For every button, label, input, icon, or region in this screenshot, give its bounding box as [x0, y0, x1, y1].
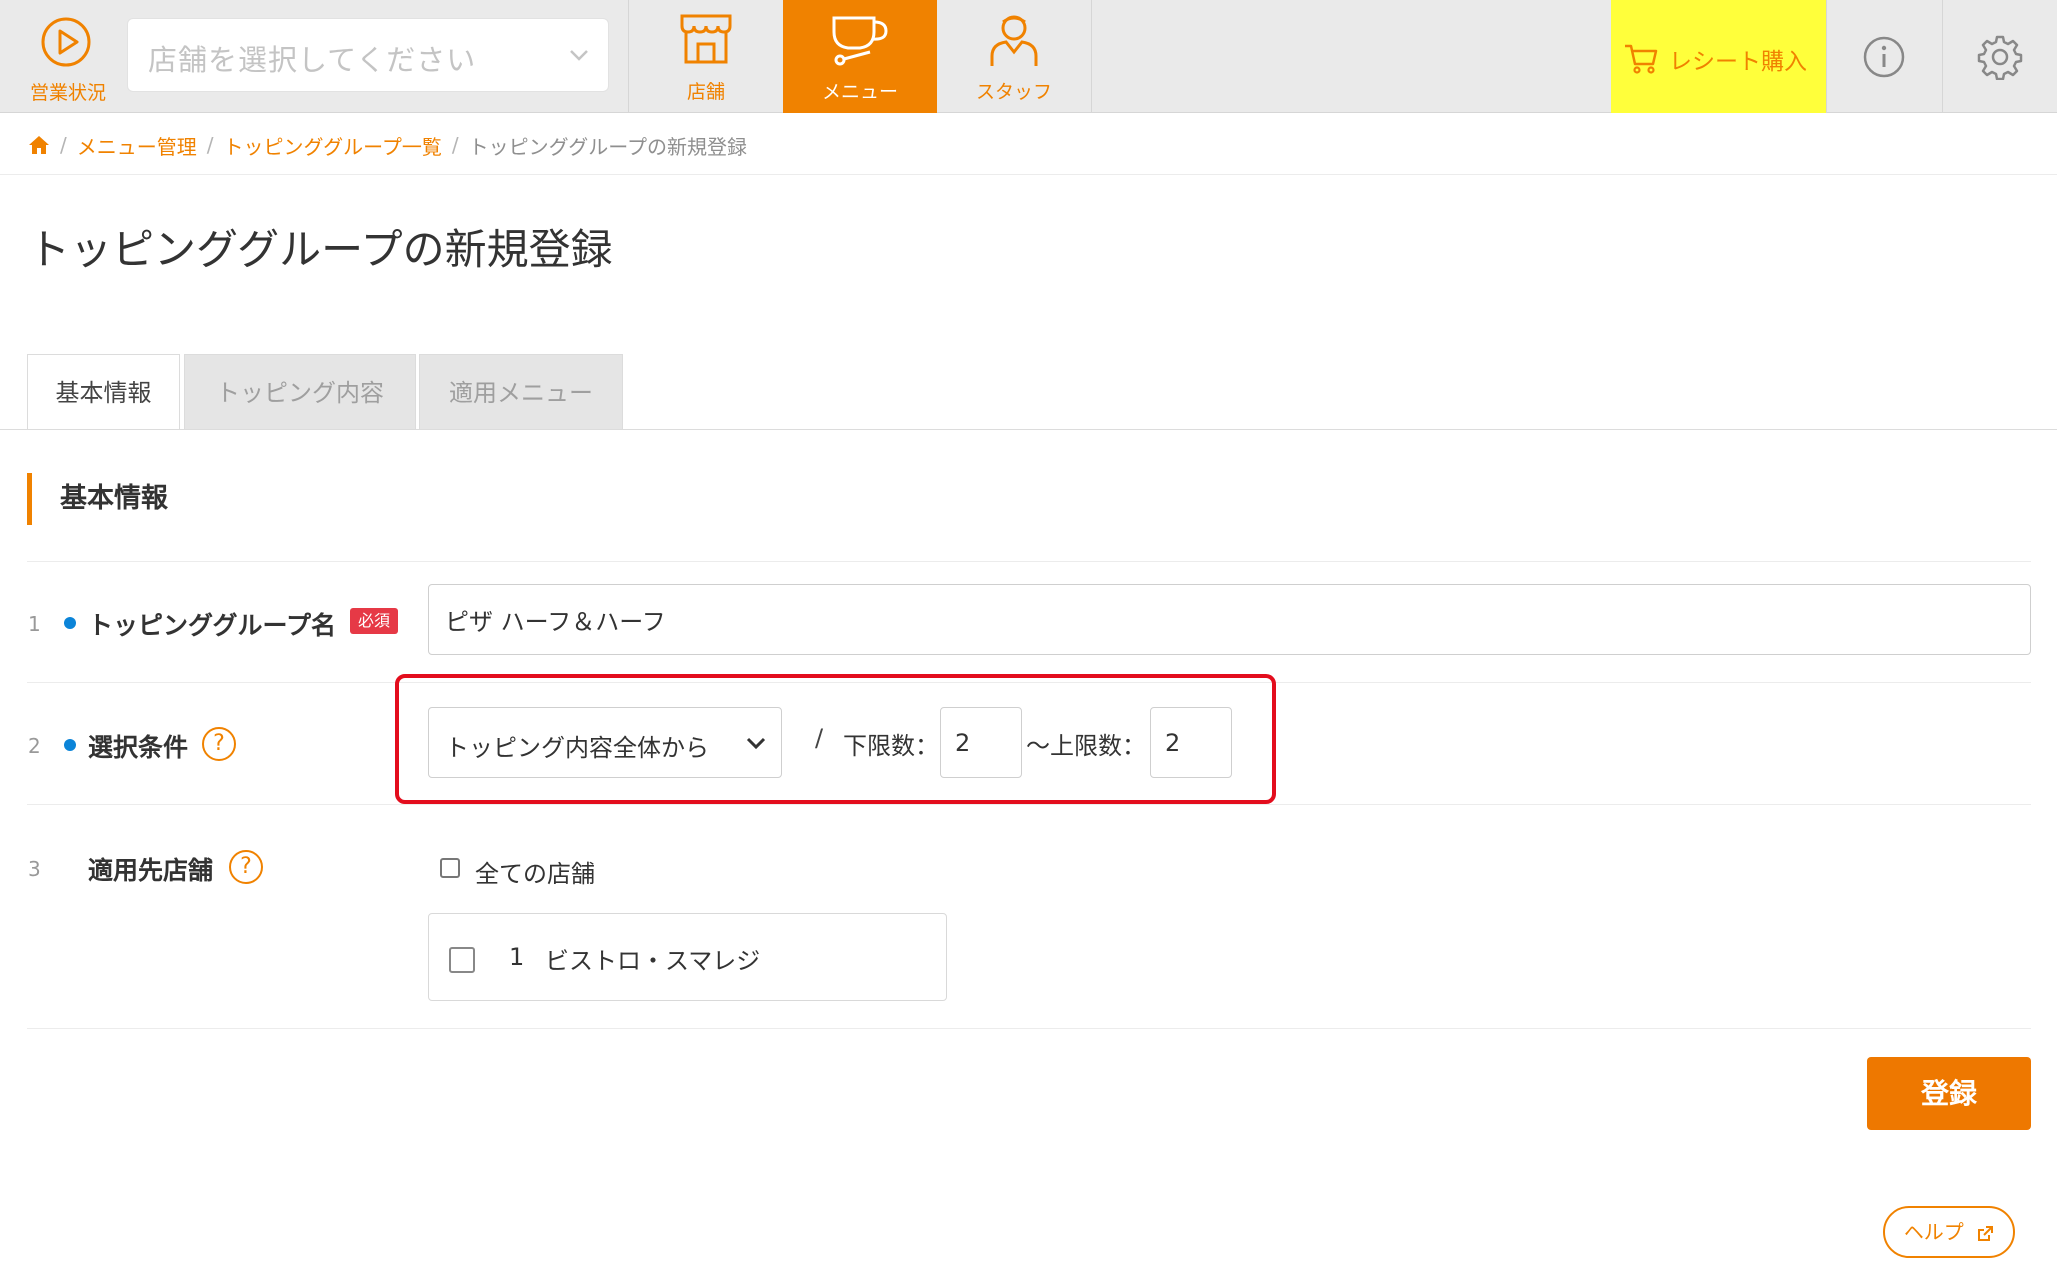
topping-group-name-input[interactable]	[429, 585, 2030, 654]
selection-condition-label: 選択条件	[88, 733, 189, 762]
topping-group-name-label: トッピンググループ名	[88, 611, 337, 640]
breadcrumb-separator: /	[206, 133, 214, 157]
breadcrumb-current: トッピンググループの新規登録	[468, 134, 748, 159]
row-separator	[27, 561, 2031, 562]
topping-group-name-field[interactable]	[428, 584, 2031, 655]
chevron-down-icon	[570, 50, 588, 61]
store-icon	[680, 14, 732, 64]
tabs-baseline	[0, 429, 2057, 430]
min-count-label: 下限数：	[843, 732, 939, 760]
cart-icon	[1625, 44, 1658, 74]
row-number: 1	[28, 612, 41, 636]
required-marker-dot	[64, 617, 76, 629]
staff-icon	[990, 15, 1038, 66]
tab-basic-info[interactable]: 基本情報	[27, 354, 180, 430]
row-number: 3	[28, 857, 41, 881]
settings-button[interactable]	[1945, 0, 2055, 113]
breadcrumb-separator: /	[451, 133, 459, 157]
all-stores-checkbox[interactable]	[440, 858, 460, 878]
header-divider	[0, 174, 2057, 175]
external-link-icon	[1978, 1225, 1994, 1241]
store-checkbox[interactable]	[449, 947, 475, 973]
chevron-down-icon	[746, 737, 766, 750]
nav-tab-store-label: 店舗	[686, 81, 725, 103]
selection-mode-value: トッピング内容全体から	[445, 734, 709, 762]
nav-tab-staff-label: スタッフ	[975, 81, 1052, 103]
gear-icon	[1977, 35, 2023, 80]
tab-applied-menu[interactable]: 適用メニュー	[419, 354, 623, 430]
row-separator	[27, 1028, 2031, 1029]
store-select[interactable]: 店舗を選択してください	[127, 18, 609, 92]
max-count-field[interactable]	[1150, 707, 1232, 778]
row-number: 2	[28, 734, 41, 758]
store-select-placeholder: 店舗を選択してください	[148, 43, 477, 77]
help-button-label: ヘルプ	[1903, 1220, 1964, 1244]
nav-tab-store[interactable]: 店舗	[629, 0, 783, 113]
breadcrumb: / メニュー管理 / トッピンググループ一覧 / トッピンググループの新規登録	[28, 130, 747, 160]
help-button[interactable]: ヘルプ	[1883, 1206, 2015, 1258]
applied-stores-label: 適用先店舗	[88, 856, 214, 885]
breadcrumb-separator: /	[60, 133, 67, 157]
top-navigation-bar: 営業状況 店舗を選択してください 店舗 メニュー スタッフ レシート購入	[0, 0, 2057, 113]
page-title: トッピンググループの新規登録	[28, 225, 613, 274]
play-circle-icon	[41, 17, 91, 67]
business-status-label: 営業状況	[29, 82, 106, 104]
applied-stores-help-icon[interactable]: ?	[229, 850, 263, 884]
nav-divider	[1942, 0, 1943, 113]
register-button[interactable]: 登録	[1867, 1057, 2031, 1130]
nav-tab-menu-label: メニュー	[821, 81, 898, 103]
store-list: 1 ビストロ・スマレジ	[428, 913, 947, 1001]
required-marker-dot	[64, 739, 76, 751]
max-count-label: 〜上限数：	[1026, 732, 1146, 760]
max-count-input[interactable]	[1151, 708, 1231, 777]
info-icon	[1863, 36, 1905, 77]
selection-condition-help-icon[interactable]: ?	[202, 727, 236, 761]
breadcrumb-menu-management[interactable]: メニュー管理	[77, 131, 197, 160]
receipt-purchase-button[interactable]: レシート購入	[1611, 0, 1826, 113]
nav-divider	[1826, 0, 1827, 113]
store-name[interactable]: ビストロ・スマレジ	[545, 941, 760, 976]
breadcrumb-topping-group-list[interactable]: トッピンググループ一覧	[224, 131, 442, 160]
min-count-input[interactable]	[941, 708, 1021, 777]
nav-divider	[1091, 0, 1092, 113]
min-count-field[interactable]	[940, 707, 1022, 778]
all-stores-label[interactable]: 全ての店舗	[475, 854, 595, 889]
receipt-purchase-label: レシート購入	[1669, 49, 1807, 75]
condition-separator: /	[815, 724, 824, 752]
nav-tab-menu[interactable]: メニュー	[783, 0, 937, 113]
info-button[interactable]	[1829, 0, 1939, 113]
store-code: 1	[509, 943, 525, 971]
nav-tab-staff[interactable]: スタッフ	[937, 0, 1091, 113]
business-status-button[interactable]: 営業状況	[0, 0, 118, 113]
tab-topping-contents[interactable]: トッピング内容	[184, 354, 416, 430]
home-icon[interactable]	[28, 135, 50, 155]
selection-mode-select[interactable]: トッピング内容全体から	[428, 707, 782, 778]
row-separator	[27, 804, 2031, 805]
required-badge: 必須	[350, 608, 398, 634]
section-heading: 基本情報	[27, 473, 168, 525]
cup-icon	[832, 16, 888, 66]
